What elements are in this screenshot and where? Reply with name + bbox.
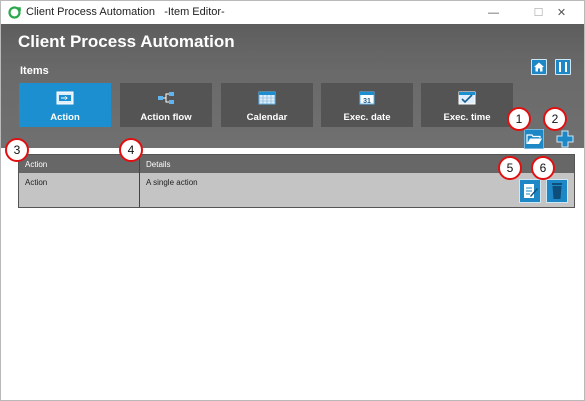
close-icon: ✕ [556,7,567,19]
flow-icon [158,92,174,104]
window-title: Client Process Automation -Item Editor- [26,6,225,18]
tile-calendar[interactable]: Calendar [221,83,313,127]
window-title-text: Client Process Automation [26,6,156,18]
tile-exec-time-label: Exec. time [443,112,491,123]
tile-exec-date-label: Exec. date [343,112,391,123]
tile-action[interactable]: Action [19,83,111,127]
callout-3: 3 [5,138,29,162]
callout-2: 2 [543,107,567,131]
add-item-button[interactable] [555,129,575,149]
minimize-icon: — [488,6,499,19]
tile-action-flow[interactable]: Action flow [120,83,212,127]
home-icon [534,62,544,72]
callout-5: 5 [498,156,522,180]
exec-time-icon [458,91,476,105]
app-window: Client Process Automation -Item Editor- … [0,0,585,401]
tile-action-label: Action [50,112,80,123]
open-folder-button[interactable] [524,129,544,149]
callout-6: 6 [531,156,555,180]
close-button[interactable]: ✕ [539,1,584,24]
column-header-action[interactable]: Action [25,160,47,169]
settings-button[interactable] [555,59,571,75]
tile-action-flow-label: Action flow [140,112,192,123]
home-button[interactable] [531,59,547,75]
items-grid: Action Details Action A single action [18,154,575,208]
action-icon [56,91,74,105]
tile-calendar-label: Calendar [246,112,288,123]
edit-row-button[interactable] [519,179,541,203]
window-subtitle: -Item Editor- [164,6,225,18]
cell-details: A single action [146,178,198,187]
plus-icon [556,130,574,148]
callout-1: 1 [507,107,531,131]
title-bar: Client Process Automation -Item Editor- … [1,1,584,24]
items-section-label: Items [20,65,49,77]
tile-exec-time[interactable]: Exec. time [421,83,513,127]
delete-row-button[interactable] [546,179,568,203]
app-title: Client Process Automation [18,32,235,51]
grid-header: Action Details [19,155,574,173]
column-divider [139,155,140,207]
trash-icon [552,183,562,199]
tile-exec-date[interactable]: 31 Exec. date [321,83,413,127]
column-header-details[interactable]: Details [146,160,170,169]
edit-icon [524,184,538,198]
callout-4: 4 [119,138,143,162]
calendar-icon [258,91,276,105]
cell-action: Action [25,178,48,187]
wrench-icon [559,62,567,72]
app-logo-icon [8,6,21,19]
minimize-button[interactable]: — [471,1,516,24]
exec-date-number: 31 [363,98,371,105]
exec-date-icon: 31 [359,91,375,105]
